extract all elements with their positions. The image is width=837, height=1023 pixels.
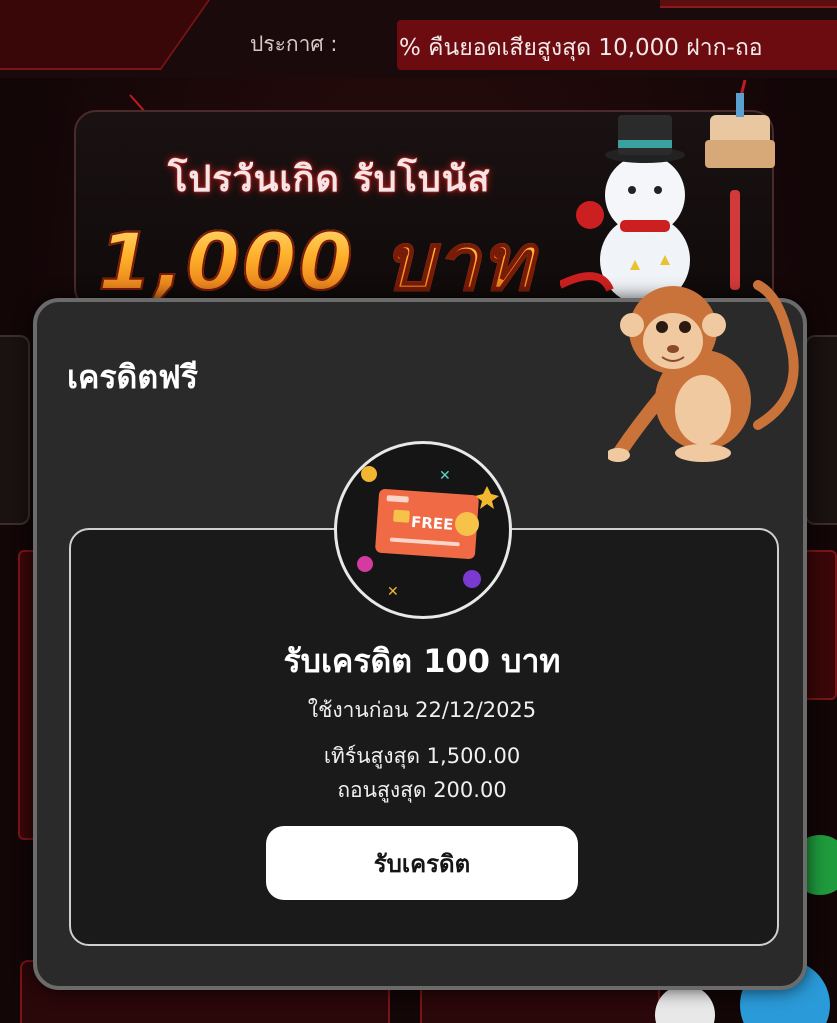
page: ประกาศ : % คืนยอดเสียสูงสุด 10,000 ฝาก-ถ… (0, 0, 837, 1023)
svg-text:✕: ✕ (439, 468, 451, 484)
background-panel-right (805, 335, 837, 525)
free-card-icon: ✕ FREE ✕ (334, 441, 512, 619)
max-turnover: เทิร์นสูงสุด 1,500.00 (323, 744, 521, 768)
background-panel-left (0, 335, 30, 525)
modal-title: เครดิตฟรี (67, 358, 198, 396)
scroll-top-button[interactable] (655, 985, 715, 1023)
card-free-text: FREE (410, 513, 453, 534)
snowman-illustration (560, 93, 775, 300)
svg-text:✕: ✕ (387, 584, 399, 600)
claim-credit-button[interactable]: รับเครดิต (266, 826, 578, 900)
max-withdraw: ถอนสูงสุด 200.00 (337, 778, 507, 802)
banner-subtitle: โปรวันเกิด รับโบนัส (168, 159, 491, 200)
expiry-date: ใช้งานก่อน 22/12/2025 (307, 698, 537, 722)
banner-amount: 1,000 บาท (97, 200, 535, 308)
credit-card-icon: ✕ FREE ✕ (357, 466, 499, 600)
credit-amount-title: รับเครดิต 100 บาท (283, 642, 561, 680)
monkey-mascot (608, 280, 799, 462)
